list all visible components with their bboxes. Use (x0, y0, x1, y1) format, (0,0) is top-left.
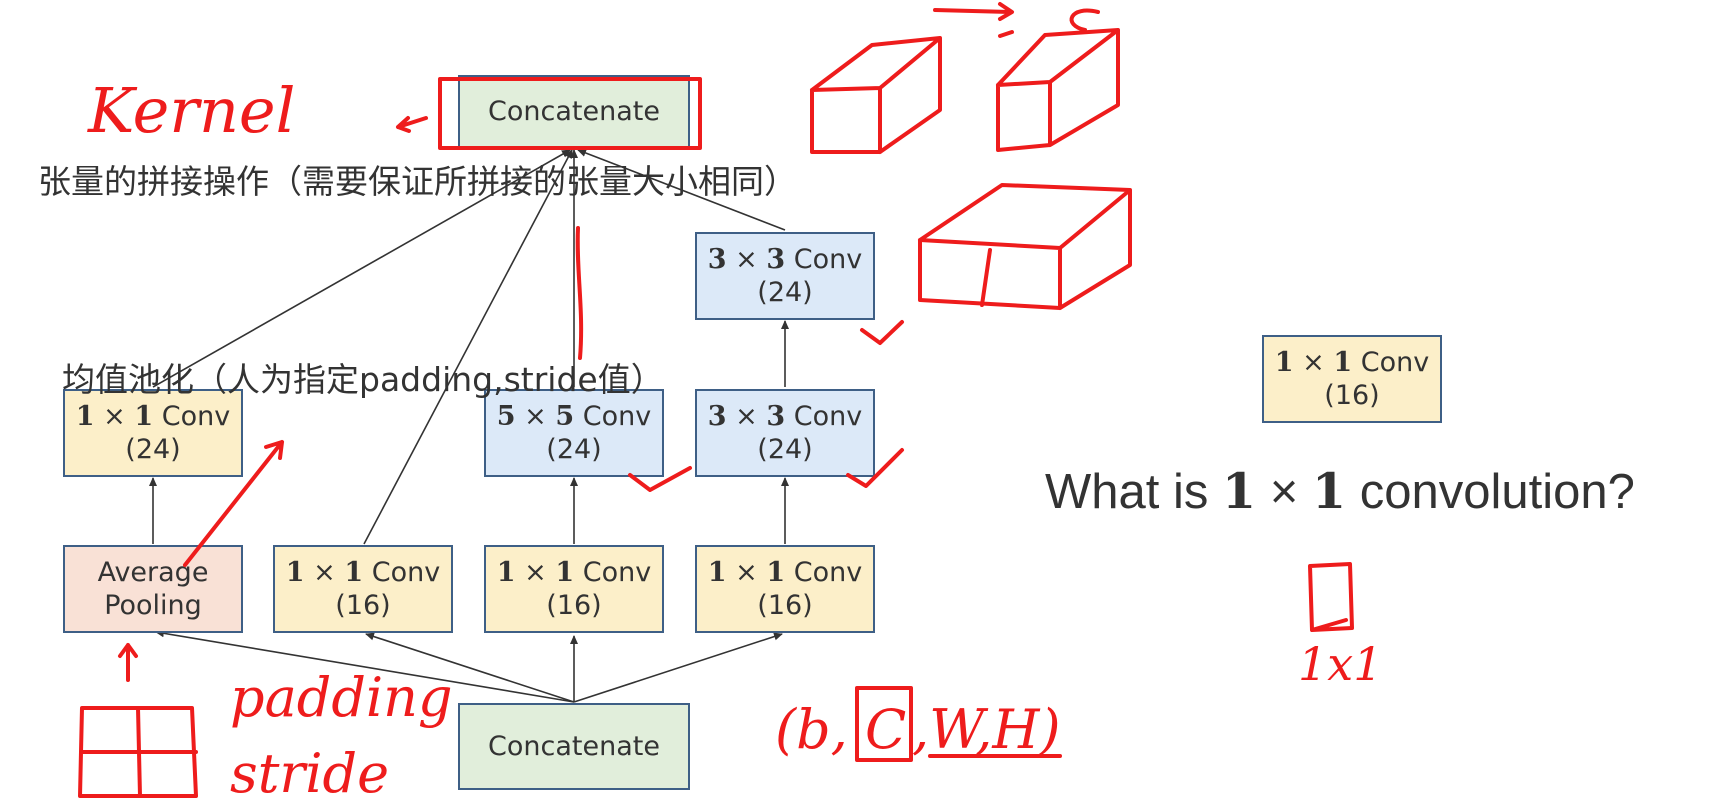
slide-canvas: Concatenate Concatenate 3 × 3 Conv (24) … (0, 0, 1725, 799)
kernel-arrow (396, 116, 428, 133)
highlight-box-top-concat (438, 77, 702, 150)
check-mark-1 (860, 320, 904, 345)
handwritten-c-top (1069, 8, 1100, 32)
pool-arrow (183, 440, 284, 567)
cube-sketch-1 (810, 36, 942, 154)
handwritten-1x1: 1x1 (1298, 637, 1382, 691)
check-mark-2 (628, 466, 692, 492)
handwritten-annotations: Kernel padding stride (b, C ,W,H) 1x1 (78, 2, 1382, 799)
up-arrow-under-pool (118, 643, 138, 682)
handwritten-shape-b: (b, (775, 698, 848, 761)
cube-sketch-2 (996, 28, 1120, 152)
cube-sketch-3 (918, 183, 1132, 310)
handwritten-shape-c: C (865, 698, 906, 761)
center-scribble (575, 226, 584, 360)
check-mark-3 (846, 448, 904, 488)
handwritten-kernel: Kernel (87, 74, 295, 147)
handwritten-shape-wh: ,W,H) (912, 698, 1061, 761)
cube-transform-arrow (933, 2, 1014, 21)
grid-sketch (78, 706, 198, 798)
one-by-one-square (1308, 562, 1354, 632)
handwritten-padding: padding (230, 666, 453, 729)
handwritten-stride: stride (230, 742, 389, 799)
